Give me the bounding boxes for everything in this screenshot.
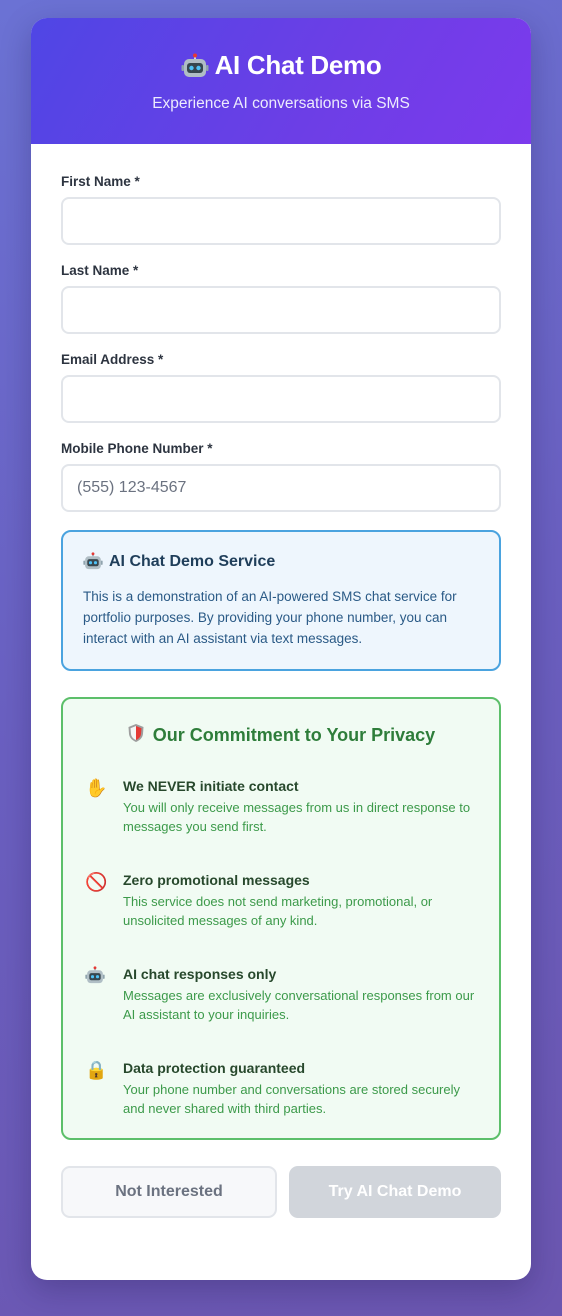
robot-icon [85, 966, 123, 1024]
title-text: AI Chat Demo [214, 50, 382, 81]
try-demo-button[interactable]: Try AI Chat Demo [289, 1166, 501, 1218]
privacy-item: ✋ We NEVER initiate contact You will onl… [85, 778, 477, 836]
privacy-title: Our Commitment to Your Privacy [85, 723, 477, 748]
first-name-label: First Name * [61, 174, 140, 189]
header: AI Chat Demo Experience AI conversations… [31, 18, 531, 144]
privacy-item: 🔒 Data protection guaranteed Your phone … [85, 1060, 477, 1118]
signup-form: First Name * Last Name * Email Address *… [31, 144, 531, 1218]
last-name-field-group: Last Name * [61, 263, 501, 334]
shield-icon [127, 723, 145, 748]
privacy-item-heading: AI chat responses only [123, 966, 277, 982]
privacy-item: AI chat responses only Messages are excl… [85, 966, 477, 1024]
phone-field-group: Mobile Phone Number * [61, 441, 501, 512]
email-field-group: Email Address * [61, 352, 501, 423]
service-info-box: AI Chat Demo Service This is a demonstra… [61, 530, 501, 671]
privacy-item-text: Messages are exclusively conversational … [123, 988, 475, 1022]
robot-icon [83, 552, 103, 572]
not-interested-button[interactable]: Not Interested [61, 1166, 277, 1218]
service-info-title-text: AI Chat Demo Service [109, 553, 276, 570]
signup-card: AI Chat Demo Experience AI conversations… [31, 18, 531, 1280]
email-input[interactable] [61, 375, 501, 423]
privacy-item-text: Your phone number and conversations are … [123, 1082, 461, 1116]
privacy-title-text: Our Commitment to Your Privacy [152, 725, 436, 745]
lock-icon: 🔒 [85, 1060, 108, 1080]
robot-icon [181, 50, 209, 81]
form-actions: Not Interested Try AI Chat Demo [61, 1166, 501, 1218]
first-name-field-group: First Name * [61, 174, 501, 245]
page-title: AI Chat Demo [31, 50, 531, 81]
prohibited-icon: 🚫 [85, 872, 108, 892]
phone-input[interactable] [61, 464, 501, 512]
last-name-label: Last Name * [61, 263, 139, 278]
first-name-input[interactable] [61, 197, 501, 245]
email-label: Email Address * [61, 352, 164, 367]
page-subtitle: Experience AI conversations via SMS [152, 95, 410, 113]
raised-hand-icon: ✋ [85, 778, 108, 798]
privacy-item-heading: Data protection guaranteed [123, 1060, 306, 1076]
phone-label: Mobile Phone Number * [61, 441, 213, 456]
privacy-item-heading: Zero promotional messages [123, 872, 310, 888]
privacy-item-heading: We NEVER initiate contact [123, 778, 299, 794]
privacy-commitment-box: Our Commitment to Your Privacy ✋ We NEVE… [61, 697, 501, 1140]
privacy-item: 🚫 Zero promotional messages This service… [85, 872, 477, 930]
service-info-title: AI Chat Demo Service [83, 552, 479, 572]
last-name-input[interactable] [61, 286, 501, 334]
privacy-item-text: This service does not send marketing, pr… [123, 894, 433, 928]
service-info-text: This is a demonstration of an AI-powered… [83, 589, 457, 646]
privacy-item-text: You will only receive messages from us i… [123, 800, 471, 834]
